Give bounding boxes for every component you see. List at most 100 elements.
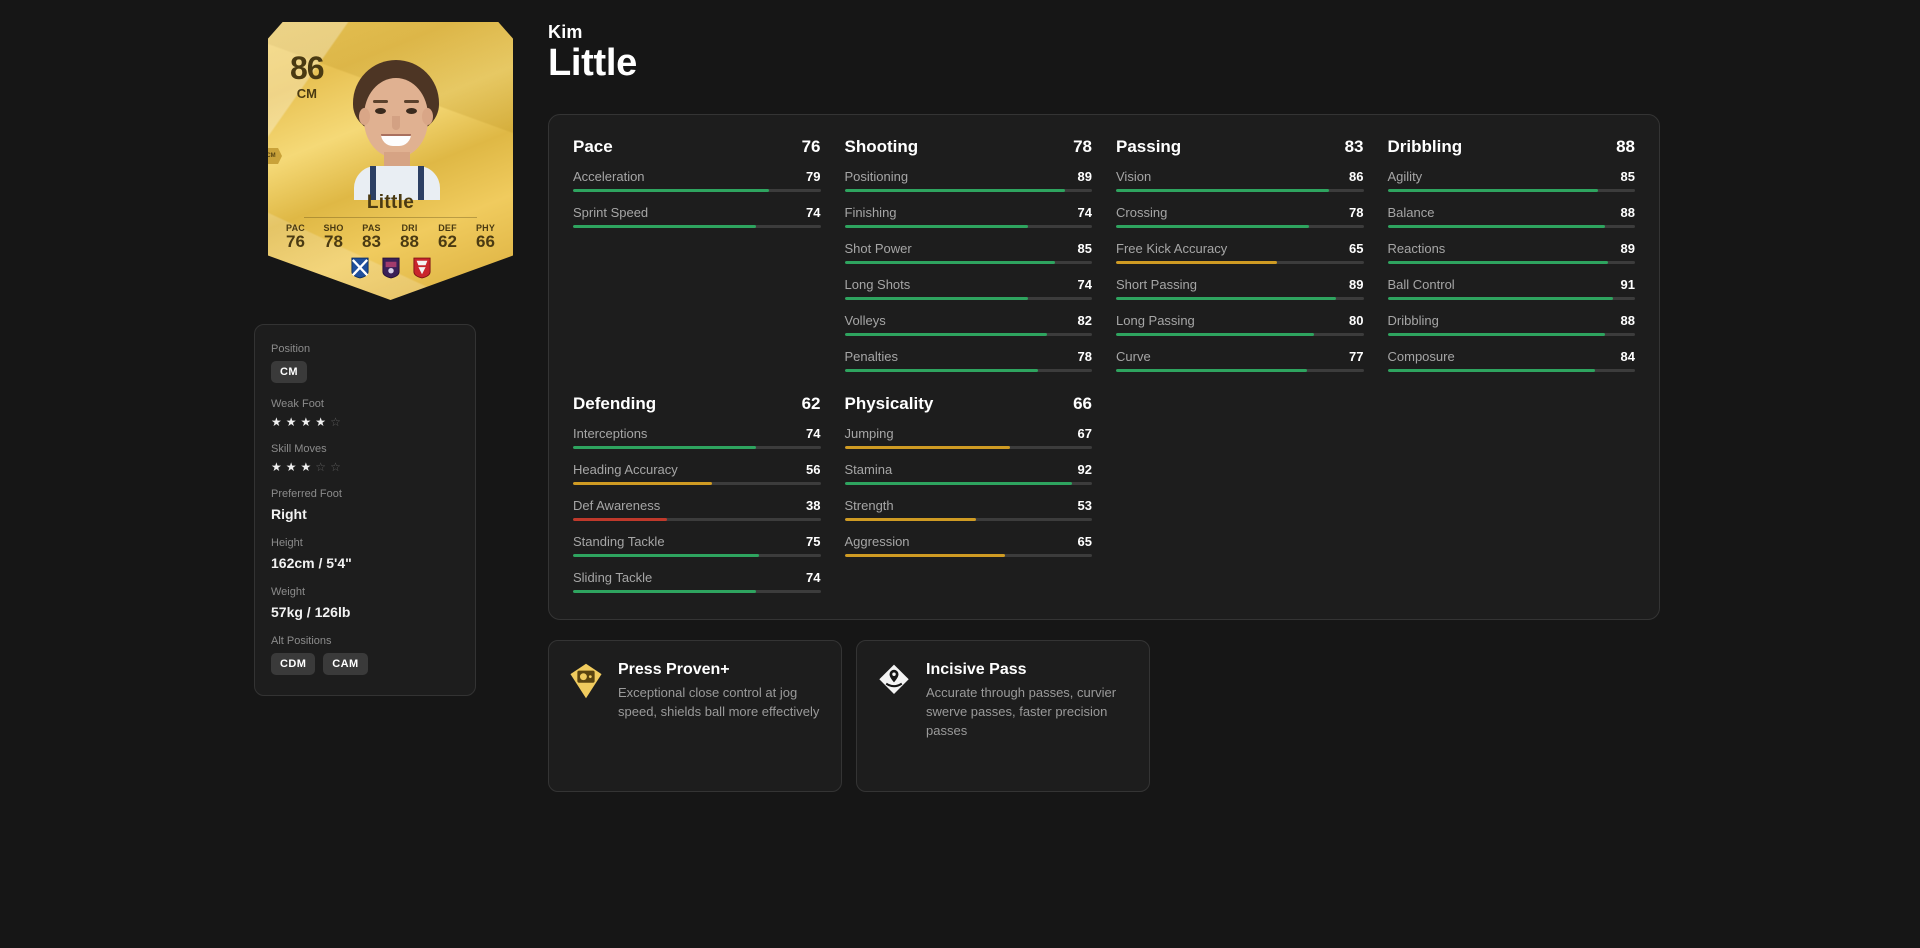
stat-row: Shot Power 85 <box>844 240 1092 264</box>
stat-row-header: Short Passing 89 <box>1116 277 1364 292</box>
stat-name: Composure <box>1387 348 1455 364</box>
skill-moves-stars: ★ ★ ★ ☆ ☆ <box>271 461 459 473</box>
stat-row-header: Balance 88 <box>1388 205 1636 220</box>
stat-name: Sliding Tackle <box>573 569 653 585</box>
stat-name: Vision <box>1116 168 1152 184</box>
card-position: CM <box>296 86 317 101</box>
stat-value: 82 <box>1077 312 1092 328</box>
stat-value: 88 <box>1620 204 1635 220</box>
stat-value: 65 <box>1349 240 1364 256</box>
info-weight-label: Weight <box>271 586 306 598</box>
stat-bar-fill <box>573 188 769 192</box>
stats-panel: Pace 76 Acceleration 79 Sprint Speed 74 Shooti… <box>548 113 1660 620</box>
playstyle-card[interactable]: Incisive Pass Accurate through passes, cu… <box>856 639 1150 792</box>
alt-position-chip[interactable]: CAM <box>323 653 368 675</box>
stat-value: 38 <box>806 497 821 513</box>
stat-group-header: Passing 83 <box>1116 137 1364 157</box>
playstyle-card[interactable]: Press Proven+ Exceptional close control a… <box>548 639 842 792</box>
stat-bar-track <box>1387 188 1635 192</box>
stat-group-value: 78 <box>1073 136 1092 156</box>
stat-row: Sliding Tackle 74 <box>573 570 821 593</box>
stat-name: Strength <box>844 497 894 513</box>
stat-row: Crossing 78 <box>1116 205 1364 228</box>
player-card[interactable]: 86 CM CM Little PAC 76 SHO 78 PAS 83 DRI 88 DEF 6… <box>268 22 513 300</box>
alt-position-chip[interactable]: CDM <box>271 653 316 675</box>
stat-name: Crossing <box>1116 204 1168 220</box>
info-skill-moves-label: Skill Moves <box>271 443 327 455</box>
stat-bar-track <box>1387 368 1635 372</box>
stat-row: Heading Accuracy 56 <box>573 462 821 485</box>
left-column: 86 CM CM Little PAC 76 SHO 78 PAS 83 DRI 88 DEF 6… <box>254 22 534 696</box>
stat-group-name: Defending <box>573 393 657 413</box>
stat-row: Short Passing 89 <box>1116 277 1364 300</box>
card-stat-value: 76 <box>286 232 305 251</box>
stat-name: Jumping <box>844 425 894 441</box>
stat-row-header: Penalties 78 <box>845 349 1093 364</box>
stat-bar-fill <box>1116 260 1277 264</box>
stat-bar-fill <box>573 481 712 485</box>
card-stat-value: 78 <box>324 232 343 251</box>
stat-value: 74 <box>1077 276 1092 292</box>
stat-row: Jumping 67 <box>844 425 1092 449</box>
stat-value: 91 <box>1620 276 1635 292</box>
stat-group-dribbling: Dribbling 88 Agility 85 Balance 88 Reactions 89… <box>1387 137 1636 372</box>
stat-row-header: Sliding Tackle 74 <box>573 570 821 585</box>
stat-row: Curve 77 <box>1116 349 1364 372</box>
stat-bar-track <box>573 517 821 521</box>
stat-row-header: Curve 77 <box>1116 349 1364 364</box>
stat-bar-fill <box>844 368 1038 372</box>
stat-bar-track <box>844 481 1092 485</box>
stat-value: 53 <box>1077 497 1092 513</box>
stat-bar-fill <box>573 517 668 521</box>
stat-bar-fill <box>573 553 759 557</box>
stat-bar-track <box>1116 296 1364 300</box>
card-rating: 86 CM <box>290 52 325 101</box>
position-chip[interactable]: CM <box>271 361 307 383</box>
stat-row-header: Composure 84 <box>1388 349 1636 364</box>
stat-bar-track <box>844 445 1092 449</box>
stat-name: Short Passing <box>1116 276 1197 292</box>
stat-name: Acceleration <box>573 168 645 184</box>
stat-row: Penalties 78 <box>844 349 1093 372</box>
stat-bar-track <box>573 188 821 192</box>
stat-group-value: 88 <box>1616 136 1635 156</box>
stat-value: 74 <box>806 569 821 585</box>
star-empty-icon: ☆ <box>330 415 341 429</box>
card-stat-value: 83 <box>362 232 381 251</box>
card-stat-value: 66 <box>476 232 495 251</box>
stat-bar-track <box>573 553 821 557</box>
stat-value: 75 <box>806 533 821 549</box>
stat-group-header: Defending 62 <box>573 394 821 414</box>
stat-group-header: Dribbling 88 <box>1388 137 1636 157</box>
card-stat-value: 62 <box>438 232 457 251</box>
stat-name: Positioning <box>844 168 909 184</box>
wsl-league-icon <box>381 257 400 279</box>
stat-row-header: Positioning 89 <box>845 169 1093 184</box>
stat-bar-fill <box>573 224 757 228</box>
stat-row: Aggression 65 <box>844 534 1092 557</box>
stat-value: 56 <box>806 461 821 477</box>
playstyle-title: Press Proven+ <box>618 660 730 678</box>
stat-row-header: Long Passing 80 <box>1116 313 1364 328</box>
stat-bar-track <box>844 517 1092 521</box>
player-last-name: Little <box>548 42 637 84</box>
stat-row: Free Kick Accuracy 65 <box>1116 241 1364 264</box>
stat-bar-track <box>1387 224 1635 228</box>
info-preferred-foot-value: Right <box>271 506 307 522</box>
stat-bar-track <box>1387 296 1635 300</box>
stat-value: 85 <box>1077 240 1092 256</box>
stat-row-header: Free Kick Accuracy 65 <box>1116 241 1364 256</box>
stat-value: 86 <box>1349 168 1364 184</box>
stat-bar-track <box>573 589 821 593</box>
stat-bar-fill <box>1387 368 1596 372</box>
stat-group-passing: Passing 83 Vision 86 Crossing 78 Free Kick Acc… <box>1116 137 1364 372</box>
stat-bar-track <box>573 224 821 228</box>
stat-row-header: Long Shots 74 <box>845 277 1093 292</box>
stat-value: 77 <box>1349 348 1364 364</box>
stat-row-header: Sprint Speed 74 <box>573 205 821 220</box>
stat-row: Balance 88 <box>1387 205 1636 228</box>
incisive-pass-icon <box>879 664 909 694</box>
stat-value: 84 <box>1620 348 1635 364</box>
stat-group-name: Dribbling <box>1387 136 1463 156</box>
playstyle-description: Exceptional close control at jog speed, … <box>618 684 820 719</box>
